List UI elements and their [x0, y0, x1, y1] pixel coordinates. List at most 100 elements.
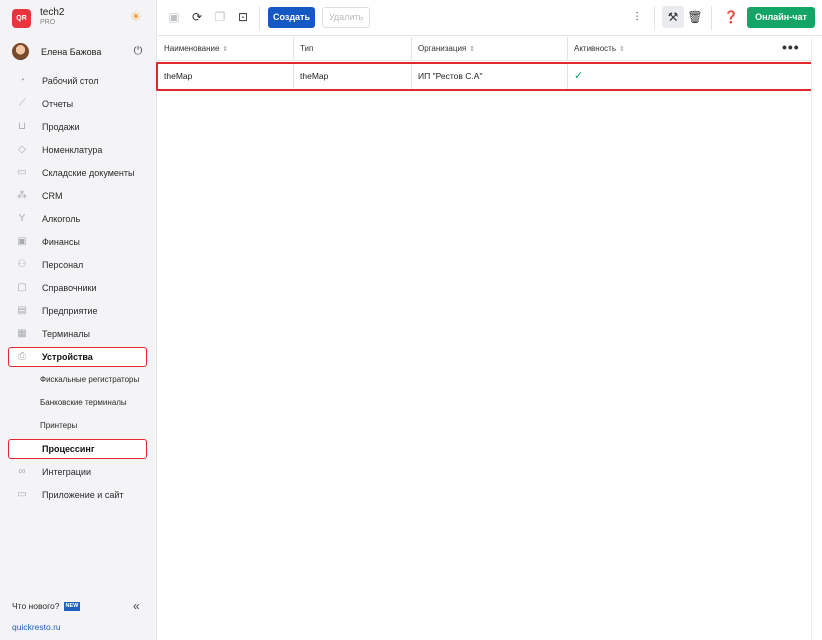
- online-chat-button[interactable]: Онлайн-чат: [747, 7, 815, 28]
- toolbar-divider: [711, 6, 712, 30]
- sidebar-item-label: Продажи: [42, 122, 80, 132]
- sidebar-item-label: Приложение и сайт: [42, 490, 124, 500]
- people-icon: ⁂: [17, 190, 27, 201]
- inbox-icon[interactable]: ⊡: [235, 9, 251, 25]
- sidebar-item-label: CRM: [42, 191, 63, 201]
- sidebar-item-label: Персонал: [42, 260, 84, 270]
- sidebar-item-label: Предприятие: [42, 306, 98, 316]
- sidebar-item-label: Справочники: [42, 283, 97, 293]
- power-icon[interactable]: ⏻: [132, 45, 144, 57]
- more-options-icon[interactable]: •••: [782, 39, 800, 55]
- delete-button[interactable]: Удалить: [322, 7, 370, 28]
- chart-icon: ⟋: [18, 98, 26, 109]
- sidebar-item-references[interactable]: ▢ Справочники: [0, 277, 157, 300]
- sidebar-subitem-printers[interactable]: Принтеры: [0, 415, 157, 438]
- sidebar-item-dashboard[interactable]: ◔ Рабочий стол: [0, 70, 157, 93]
- create-button[interactable]: Создать: [268, 7, 315, 28]
- column-header-organization[interactable]: Организация ⇕: [412, 37, 568, 61]
- new-badge: NEW: [63, 602, 81, 612]
- toolbar-divider: [654, 6, 655, 30]
- sidebar-item-label: Складские документы: [42, 168, 135, 178]
- whats-new-label: Что нового?: [12, 601, 60, 611]
- sidebar-item-label: Терминалы: [42, 329, 90, 339]
- sidebar-item-integrations[interactable]: ∞ Интеграции: [0, 461, 157, 484]
- sidebar-item-label: Рабочий стол: [42, 76, 99, 86]
- column-header-label: Наименование: [164, 44, 220, 53]
- app-icon: ▭: [17, 489, 27, 500]
- sidebar-subitem-label: Банковские терминалы: [40, 398, 127, 407]
- collapse-sidebar-icon[interactable]: «: [133, 599, 140, 613]
- building-icon: ▤: [17, 305, 27, 316]
- sidebar-subitem-processing[interactable]: Процессинг: [0, 438, 157, 461]
- sidebar-item-terminals[interactable]: ▦ Терминалы: [0, 323, 157, 346]
- column-header-name[interactable]: Наименование ⇕: [158, 37, 294, 61]
- column-header-activity[interactable]: Активность ⇕: [568, 37, 811, 61]
- cocktail-icon: Y: [18, 213, 26, 224]
- staff-icon: ⚇: [17, 259, 27, 270]
- sidebar-item-label: Номенклатура: [42, 145, 103, 155]
- whats-new-link[interactable]: Что нового? NEW: [12, 601, 81, 612]
- tools-icon[interactable]: ⚒: [665, 9, 681, 25]
- sidebar-item-reports[interactable]: ⟋ Отчеты: [0, 93, 157, 116]
- sidebar-item-app-site[interactable]: ▭ Приложение и сайт: [0, 484, 157, 507]
- terminal-icon: ▦: [17, 328, 27, 339]
- sidebar-subitem-bank-terminals[interactable]: Банковские терминалы: [0, 392, 157, 415]
- box-icon: ▭: [17, 167, 27, 178]
- brand-plan: PRO: [40, 19, 56, 26]
- sort-icon: ⇕: [469, 46, 476, 53]
- sort-icon: ⇕: [222, 46, 229, 53]
- tag-icon: ◇: [18, 144, 26, 155]
- brand-name: tech2: [40, 7, 65, 18]
- sidebar-item-staff[interactable]: ⚇ Персонал: [0, 254, 157, 277]
- sidebar-item-label: Алкоголь: [42, 214, 81, 224]
- sidebar-subitem-label: Принтеры: [40, 421, 78, 430]
- column-settings-icon[interactable]: ⫶: [629, 9, 645, 25]
- sidebar-subitem-label: Фискальные регистраторы: [40, 375, 140, 384]
- sidebar-item-enterprise[interactable]: ▤ Предприятие: [0, 300, 157, 323]
- help-icon[interactable]: ❓: [723, 9, 739, 25]
- data-table: Наименование ⇕ Тип Организация ⇕ Активност…: [156, 37, 820, 91]
- app-root: QR tech2 PRO ☀ Елена Бажова ⏻ ◔ Рабочий …: [0, 0, 822, 640]
- user-name: Елена Бажова: [41, 47, 102, 57]
- sidebar-item-alcohol[interactable]: Y Алкоголь: [0, 208, 157, 231]
- sidebar-item-sales[interactable]: ⊔ Продажи: [0, 116, 157, 139]
- toolbar-divider: [259, 6, 260, 30]
- table-header: Наименование ⇕ Тип Организация ⇕ Активност…: [158, 37, 811, 61]
- table-row[interactable]: theMap theMap ИП "Рестов С.А" ✓: [156, 62, 820, 91]
- sidebar-item-label: Отчеты: [42, 99, 74, 109]
- scrollbar[interactable]: [811, 37, 822, 640]
- toolbar: ▣ ⟳ ❐ ⊡ Создать Удалить ⫶ ⚒ 🗑 ❓ Онлайн-ч…: [158, 0, 822, 36]
- basket-icon: ⊔: [18, 121, 26, 132]
- sidebar-item-finance[interactable]: ▣ Финансы: [0, 231, 157, 254]
- dashboard-icon: ◔: [18, 75, 26, 86]
- printer-icon: ⎙: [18, 351, 26, 362]
- sidebar-item-label: Интеграции: [42, 467, 91, 477]
- sidebar: QR tech2 PRO ☀ Елена Бажова ⏻ ◔ Рабочий …: [0, 0, 157, 640]
- sidebar-item-warehouse[interactable]: ▭ Складские документы: [0, 162, 157, 185]
- save-icon[interactable]: ▣: [166, 9, 182, 25]
- trash-icon[interactable]: 🗑: [687, 9, 703, 25]
- column-header-label: Тип: [300, 44, 314, 53]
- sidebar-subitem-fiscal[interactable]: Фискальные регистраторы: [0, 369, 157, 392]
- brand-logo: QR: [12, 9, 31, 28]
- sidebar-item-label: Устройства: [42, 352, 93, 362]
- sidebar-item-label: Финансы: [42, 237, 80, 247]
- sort-icon: ⇕: [619, 46, 625, 53]
- wallet-icon: ▣: [17, 236, 27, 247]
- avatar: [12, 43, 29, 60]
- copy-icon[interactable]: ❐: [212, 9, 228, 25]
- column-header-label: Активность: [574, 44, 617, 53]
- sidebar-item-crm[interactable]: ⁂ CRM: [0, 185, 157, 208]
- site-link[interactable]: quickresto.ru: [12, 622, 61, 632]
- user-profile[interactable]: Елена Бажова ⏻: [12, 43, 146, 61]
- refresh-icon[interactable]: ⟳: [189, 9, 205, 25]
- sidebar-item-nomenclature[interactable]: ◇ Номенклатура: [0, 139, 157, 162]
- link-icon: ∞: [18, 466, 26, 477]
- sun-icon[interactable]: ☀: [129, 10, 143, 24]
- column-header-type[interactable]: Тип: [294, 37, 412, 61]
- column-header-label: Организация: [418, 44, 467, 53]
- sidebar-item-devices[interactable]: ⎙ Устройства: [0, 346, 157, 369]
- sidebar-subitem-label: Процессинг: [42, 444, 95, 454]
- sidebar-nav: ◔ Рабочий стол ⟋ Отчеты ⊔ Продажи ◇ Номе…: [0, 70, 157, 507]
- brand[interactable]: QR tech2 PRO ☀: [12, 7, 152, 31]
